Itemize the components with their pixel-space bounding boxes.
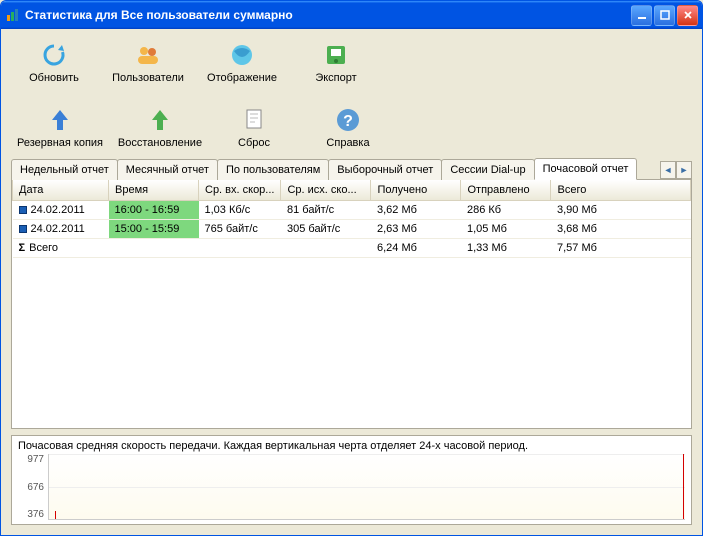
- restore-icon: [144, 104, 176, 136]
- close-button[interactable]: [677, 5, 698, 26]
- tab-selective[interactable]: Выборочный отчет: [328, 159, 442, 180]
- column-headers: Дата Время Ср. вх. скор... Ср. исх. ско.…: [13, 180, 691, 200]
- chart-plot: [48, 454, 685, 520]
- export-button[interactable]: Экспорт: [293, 37, 379, 86]
- col-time[interactable]: Время: [109, 180, 199, 200]
- tab-weekly[interactable]: Недельный отчет: [11, 159, 118, 180]
- display-icon: [226, 39, 258, 71]
- col-total[interactable]: Всего: [551, 180, 691, 200]
- users-icon: [132, 39, 164, 71]
- table-row[interactable]: 24.02.2011 15:00 - 15:59 765 байт/с 305 …: [13, 219, 691, 238]
- data-grid: Дата Время Ср. вх. скор... Ср. исх. ско.…: [11, 180, 692, 429]
- app-window: Статистика для Все пользователи суммарно…: [0, 0, 703, 536]
- help-icon: ?: [332, 104, 364, 136]
- window-title: Статистика для Все пользователи суммарно: [25, 8, 631, 22]
- table-row[interactable]: 24.02.2011 16:00 - 16:59 1,03 Кб/с 81 ба…: [13, 200, 691, 219]
- content-area: Обновить Пользователи Отображение Экспор…: [1, 29, 702, 535]
- users-label: Пользователи: [112, 72, 184, 84]
- tab-scroll-left[interactable]: ◄: [660, 161, 676, 179]
- col-sent[interactable]: Отправлено: [461, 180, 551, 200]
- backup-label: Резервная копия: [17, 137, 103, 149]
- tab-bar: Недельный отчет Месячный отчет По пользо…: [11, 157, 692, 180]
- col-received[interactable]: Получено: [371, 180, 461, 200]
- row-icon: [19, 206, 27, 214]
- col-avg-in[interactable]: Ср. вх. скор...: [199, 180, 281, 200]
- tab-byuser[interactable]: По пользователям: [217, 159, 329, 180]
- display-label: Отображение: [207, 72, 277, 84]
- chart-y-axis: 977 676 376: [18, 454, 48, 520]
- reset-label: Сброс: [238, 137, 270, 149]
- display-button[interactable]: Отображение: [199, 37, 285, 86]
- backup-button[interactable]: Резервная копия: [11, 102, 109, 151]
- total-row[interactable]: ΣВсего 6,24 Мб 1,33 Мб 7,57 Мб: [13, 238, 691, 257]
- export-label: Экспорт: [315, 72, 356, 84]
- sigma-icon: Σ: [19, 242, 26, 254]
- row-icon: [19, 225, 27, 233]
- help-label: Справка: [326, 137, 369, 149]
- refresh-button[interactable]: Обновить: [11, 37, 97, 86]
- minimize-button[interactable]: [631, 5, 652, 26]
- reset-button[interactable]: Сброс: [211, 102, 297, 151]
- chart-caption: Почасовая средняя скорость передачи. Каж…: [18, 440, 685, 452]
- toolbar: Обновить Пользователи Отображение Экспор…: [11, 35, 692, 157]
- app-icon: [5, 7, 21, 23]
- titlebar[interactable]: Статистика для Все пользователи суммарно: [1, 1, 702, 29]
- refresh-icon: [38, 39, 70, 71]
- maximize-button[interactable]: [654, 5, 675, 26]
- tab-scroll-right[interactable]: ►: [676, 161, 692, 179]
- tab-monthly[interactable]: Месячный отчет: [117, 159, 218, 180]
- svg-text:?: ?: [343, 113, 353, 130]
- col-date[interactable]: Дата: [13, 180, 109, 200]
- tab-hourly[interactable]: Почасовой отчет: [534, 158, 638, 180]
- chart-panel: Почасовая средняя скорость передачи. Каж…: [11, 435, 692, 525]
- window-controls: [631, 5, 698, 26]
- export-icon: [320, 39, 352, 71]
- refresh-label: Обновить: [29, 72, 79, 84]
- restore-button[interactable]: Восстановление: [117, 102, 203, 151]
- restore-label: Восстановление: [118, 137, 202, 149]
- backup-icon: [44, 104, 76, 136]
- users-button[interactable]: Пользователи: [105, 37, 191, 86]
- help-button[interactable]: ? Справка: [305, 102, 391, 151]
- tab-dialup[interactable]: Сессии Dial-up: [441, 159, 534, 180]
- reset-icon: [238, 104, 270, 136]
- tab-scroll: ◄ ►: [660, 161, 692, 179]
- col-avg-out[interactable]: Ср. исх. ско...: [281, 180, 371, 200]
